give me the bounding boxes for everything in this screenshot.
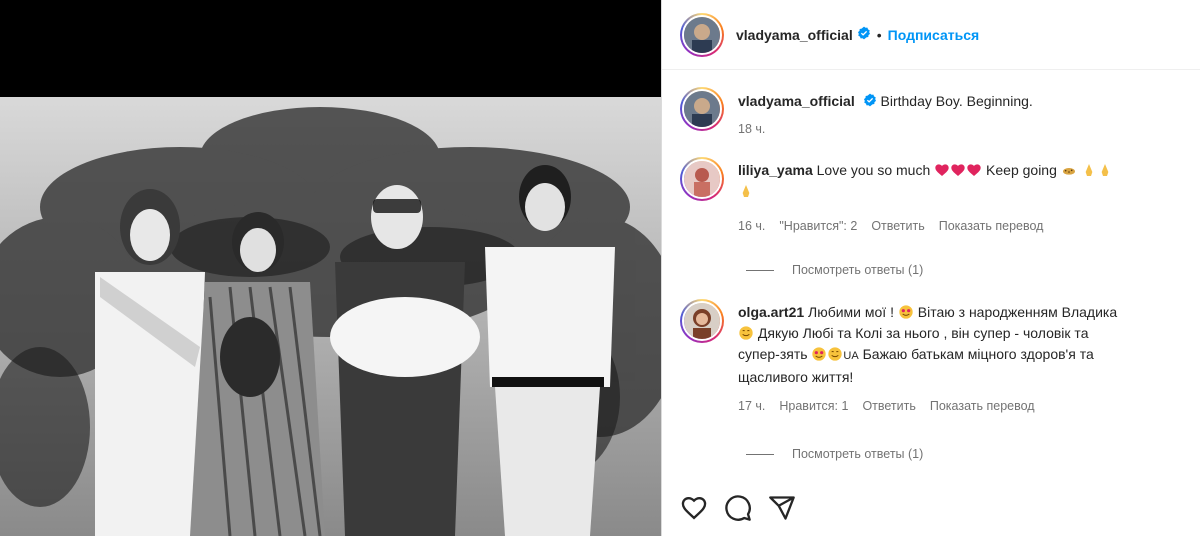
comment-text-3: Дякую Любі та Колі за нього , він супер … [757, 325, 1089, 341]
smile-emoji-icon [738, 325, 754, 341]
comment-time[interactable]: 17 ч. [738, 396, 765, 417]
heart-emoji-icon [934, 162, 982, 178]
reply-button[interactable]: Ответить [871, 216, 924, 237]
commenter-avatar[interactable] [680, 299, 724, 343]
verified-badge-icon [863, 92, 877, 113]
view-replies-label[interactable]: Посмотреть ответы (1) [792, 263, 923, 277]
star-eyes-emoji-icon [898, 304, 914, 320]
comment-likes[interactable]: "Нравится": 2 [779, 216, 857, 237]
author-username[interactable]: vladyama_official [736, 27, 853, 43]
post-details-panel: vladyama_official • Подписаться vladyama… [661, 0, 1200, 536]
leopard-emoji-icon [1061, 162, 1077, 178]
comment-text-4: супер-зять [738, 346, 808, 362]
smile-emoji-icon [827, 346, 843, 362]
comment-item: olga.art21 Любими мої ! Вітаю з народжен… [680, 299, 1180, 417]
caption-text: Birthday Boy. Beginning. [880, 93, 1033, 109]
replies-divider [746, 269, 774, 271]
view-replies-button[interactable]: Посмотреть ответы (1) [746, 263, 923, 277]
verified-badge-icon [857, 26, 871, 43]
post-header: vladyama_official • Подписаться [662, 0, 1200, 70]
comment-text-6: щасливого життя! [738, 369, 854, 385]
reply-button[interactable]: Ответить [862, 396, 915, 417]
comment-text-continued: Keep going [986, 162, 1057, 178]
share-icon[interactable] [768, 494, 796, 522]
caption-time[interactable]: 18 ч. [738, 119, 765, 140]
caption-avatar[interactable] [680, 87, 724, 131]
comment-text: Любими мої ! [808, 304, 894, 320]
translate-button[interactable]: Показать перевод [939, 216, 1044, 237]
post-media[interactable] [0, 0, 661, 536]
author-avatar[interactable] [680, 12, 724, 57]
comment-text: Love you so much [816, 162, 931, 178]
separator-dot: • [876, 26, 882, 43]
caption-username[interactable]: vladyama_official [738, 93, 855, 109]
comment-text-5: Бажаю батькам міцного здоров'я та [862, 346, 1094, 362]
commenter-username[interactable]: olga.art21 [738, 304, 804, 320]
comment-item: liliya_yama Love you so much Keep going … [680, 157, 1180, 237]
replies-divider [746, 453, 774, 455]
commenter-username[interactable]: liliya_yama [738, 162, 813, 178]
comment-time[interactable]: 16 ч. [738, 216, 765, 237]
pray-emoji-icon [1081, 162, 1113, 178]
comment-text-2: Вітаю з народженням Владика [917, 304, 1118, 320]
pray-emoji-icon [738, 183, 754, 199]
heart-icon[interactable] [680, 494, 708, 522]
star-eyes-emoji-icon [811, 346, 827, 362]
commenter-avatar[interactable] [680, 157, 724, 201]
translate-button[interactable]: Показать перевод [930, 396, 1035, 417]
comment-icon[interactable] [724, 494, 752, 522]
caption: vladyama_official Birthday Boy. Beginnin… [680, 87, 1180, 140]
view-replies-label[interactable]: Посмотреть ответы (1) [792, 447, 923, 461]
view-replies-button[interactable]: Посмотреть ответы (1) [746, 447, 923, 461]
post-actions [680, 494, 796, 522]
comment-likes[interactable]: Нравится: 1 [779, 396, 848, 417]
follow-button[interactable]: Подписаться [888, 27, 980, 43]
comments-section: vladyama_official Birthday Boy. Beginnin… [662, 71, 1200, 481]
post-photo [0, 97, 661, 536]
flag-code: UA [843, 350, 859, 362]
